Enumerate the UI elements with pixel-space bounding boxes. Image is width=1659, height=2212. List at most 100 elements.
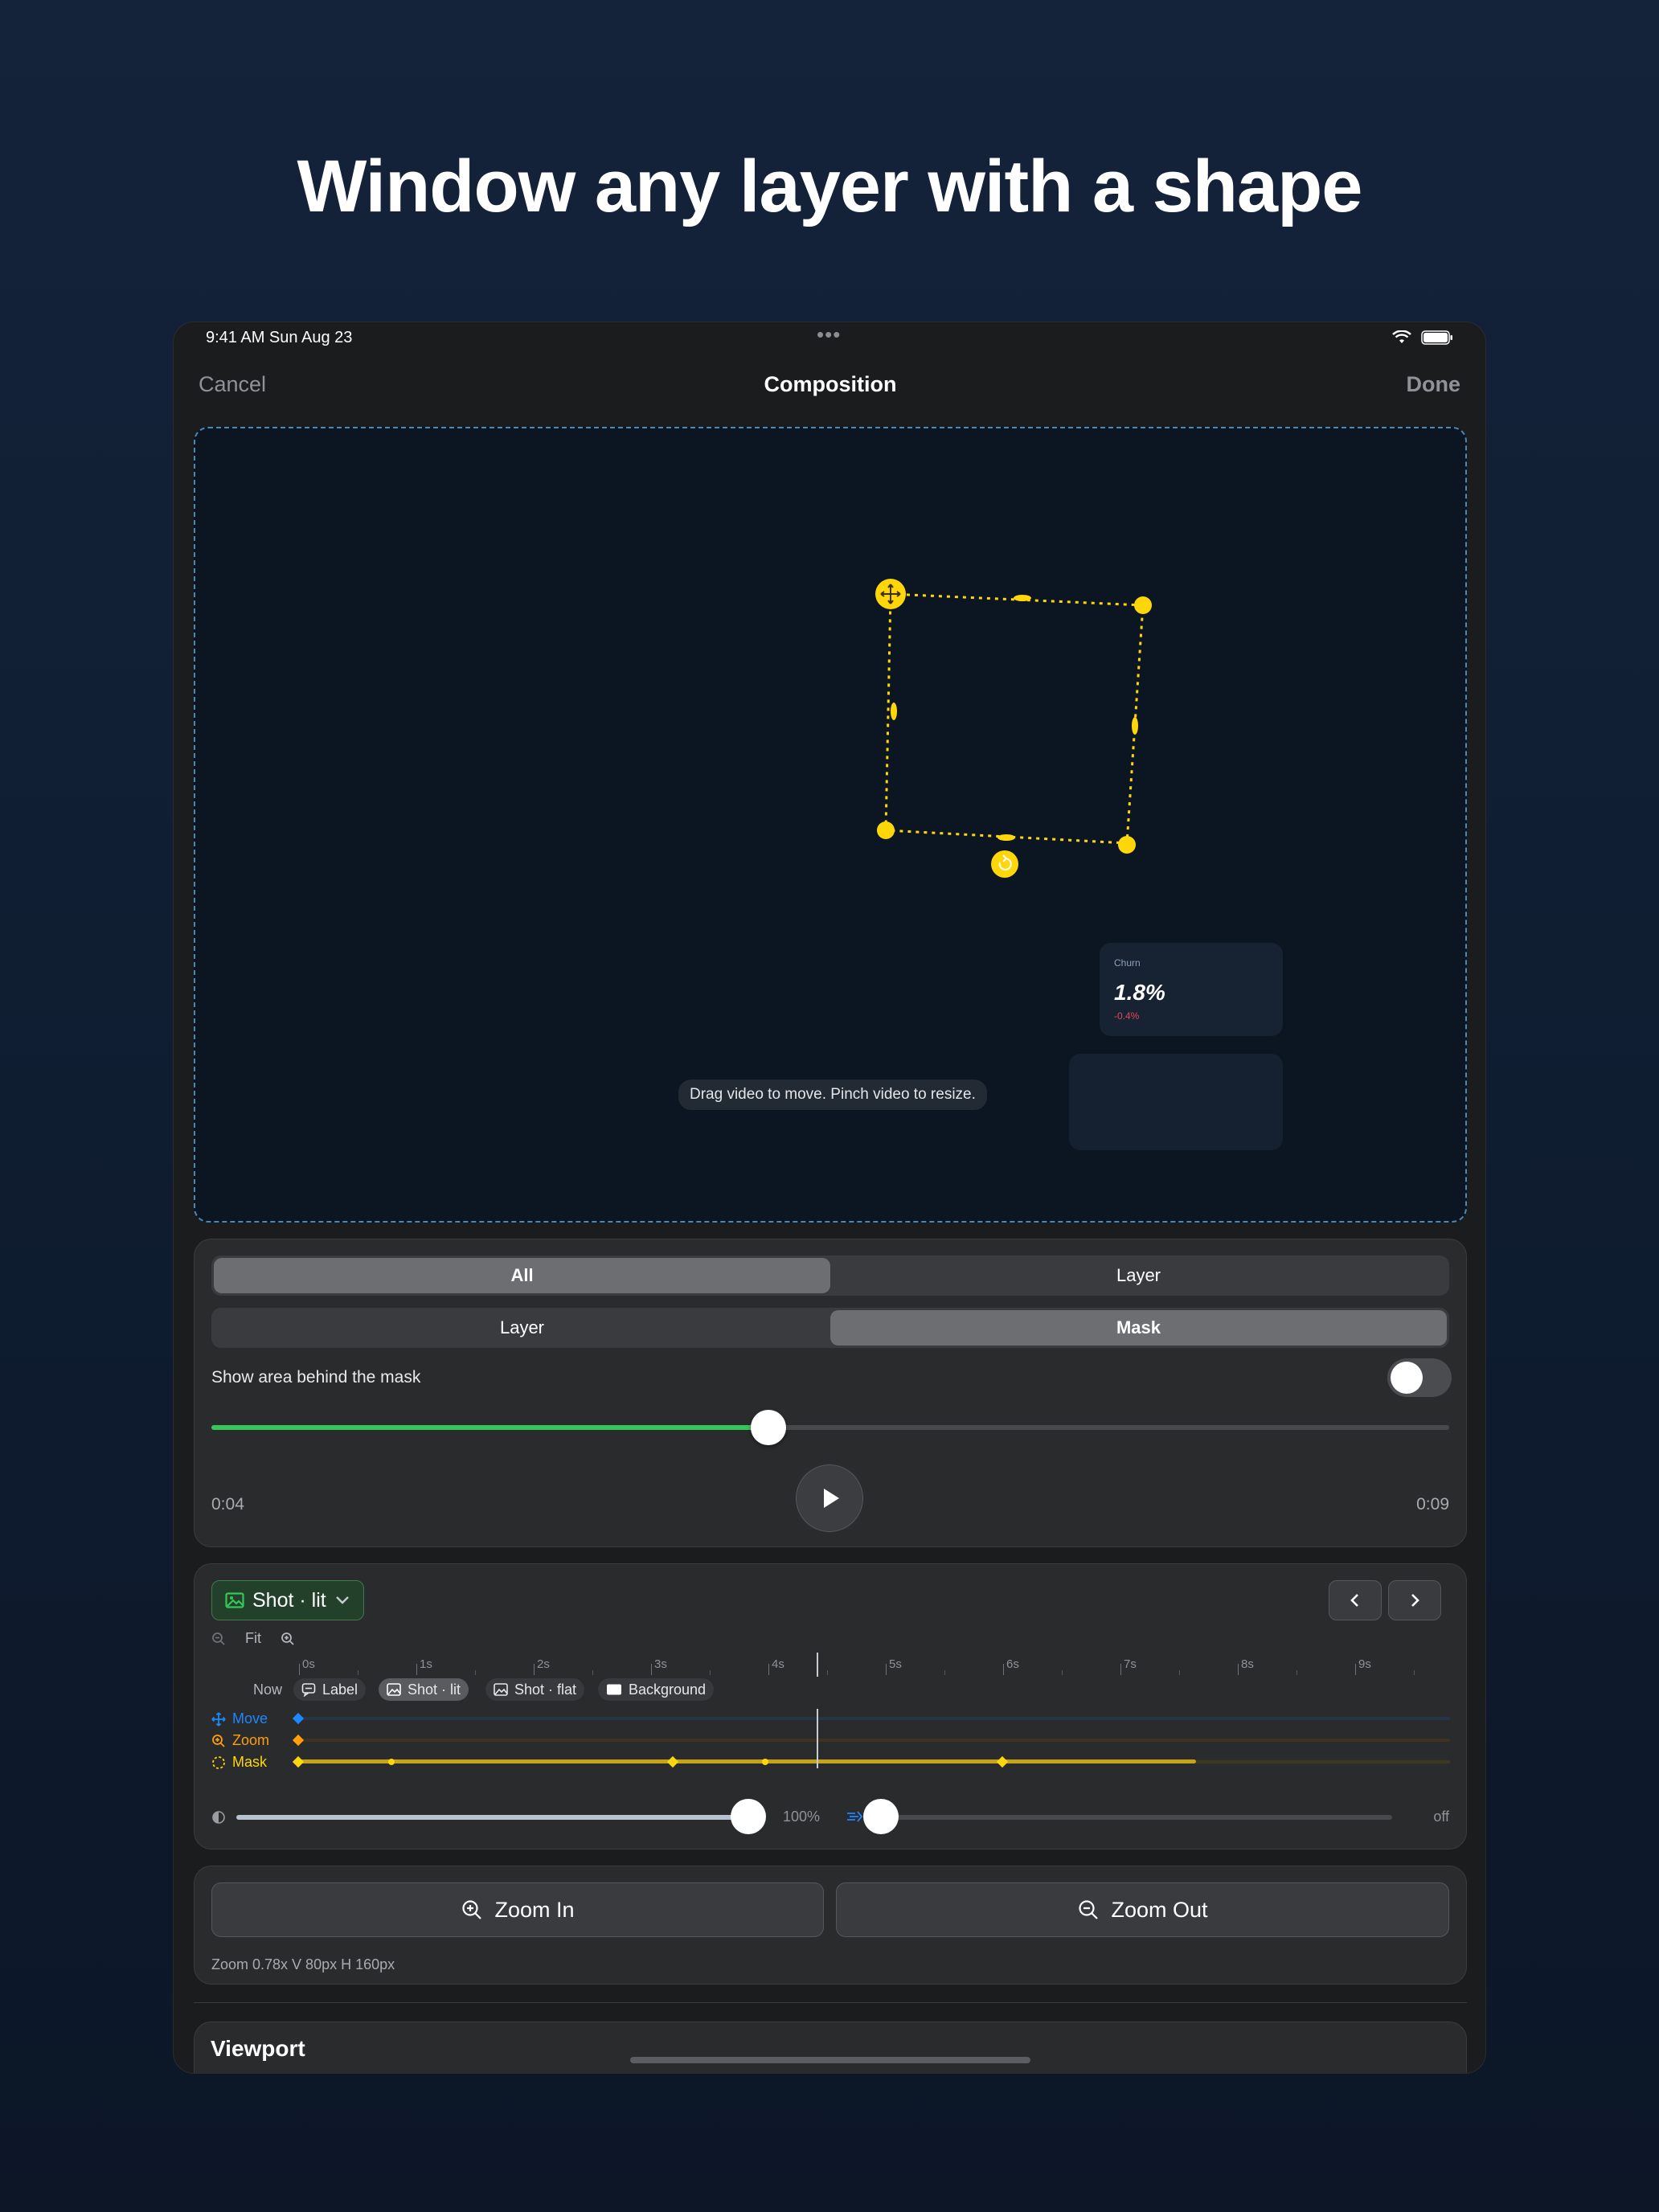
move-keyframe[interactable] [292,1712,305,1725]
ruler-subtick [1179,1670,1180,1675]
chip-shot-lit[interactable]: Shot · lit [379,1678,469,1701]
zoom-in-label: Zoom In [494,1897,575,1922]
zoom-in-icon [462,1900,482,1919]
mask-corner-handle[interactable] [1118,836,1136,854]
blur-thumb[interactable] [863,1799,899,1834]
viewport-title: Viewport [211,2036,305,2061]
playback-scrubber[interactable] [211,1425,1449,1430]
scrubber-thumb[interactable] [751,1410,786,1445]
ruler-subtick [827,1670,828,1675]
chevron-left-icon [1350,1594,1358,1607]
total-time: 0:09 [1416,1495,1449,1514]
scope-tab-layer[interactable]: Layer [830,1258,1447,1293]
mask-edge-handle[interactable] [1014,595,1031,601]
track-zoom-line[interactable] [299,1739,1450,1742]
blur-slider[interactable] [866,1815,1392,1820]
move-handle-icon[interactable] [875,579,906,609]
target-segmented-control: Layer Mask [211,1308,1449,1348]
move-icon [211,1711,226,1727]
mask-edge-handle[interactable] [891,703,897,720]
track-zoom-label[interactable]: Zoom [211,1732,269,1749]
mask-keyframe[interactable] [666,1755,679,1768]
opacity-slider[interactable] [236,1815,762,1820]
image-icon [225,1592,244,1608]
motion-blur-icon [847,1811,863,1822]
ruler-tick-label: 0s [302,1657,315,1671]
target-tab-layer[interactable]: Layer [214,1310,830,1346]
play-icon [824,1489,839,1508]
ruler-tick [416,1664,417,1675]
target-tab-mask[interactable]: Mask [830,1310,1447,1346]
chip-background[interactable]: Background [598,1678,715,1701]
chip-shot-flat-text: Shot · flat [514,1681,577,1698]
chip-label-text: Label [322,1681,358,1698]
zoom-in-button[interactable]: Zoom In [211,1882,824,1937]
chip-label[interactable]: Label [293,1678,367,1701]
image-icon [494,1683,508,1696]
mask-edge-handle[interactable] [997,834,1015,841]
layer-selector[interactable]: Shot · lit [211,1580,364,1620]
zoom-out-button[interactable]: Zoom Out [836,1882,1449,1937]
divider [194,2002,1467,2003]
timeline-panel: Shot · lit Fit 0s 1s 2s 3s 4s 5s 6s 7s 8s 9s Now … [194,1563,1467,1849]
track-zoom-text: Zoom [232,1732,270,1748]
now-label: Now [253,1682,283,1698]
next-keyframe-button[interactable] [1388,1580,1441,1620]
zoom-keyframe[interactable] [292,1734,305,1747]
scope-tab-all[interactable]: All [214,1258,830,1293]
ruler-tick [299,1664,300,1675]
mask-keyframe-dot[interactable] [762,1759,768,1765]
playhead-ruler[interactable] [817,1653,818,1677]
track-mask-text: Mask [232,1754,268,1770]
chip-shot-flat[interactable]: Shot · flat [485,1678,585,1701]
ruler-subtick [592,1670,593,1675]
mask-keyframe[interactable] [996,1755,1009,1768]
track-move-line[interactable] [299,1717,1450,1720]
mask-keyframe[interactable] [292,1755,305,1768]
mask-active-range [299,1759,1196,1763]
speech-bubble-icon [301,1683,316,1697]
track-move-label[interactable]: Move [211,1710,268,1727]
track-move-text: Move [232,1710,268,1727]
ruler-tick-label: 2s [537,1657,550,1671]
playhead-tracks [817,1709,818,1768]
mask-corner-handle[interactable] [877,821,895,839]
zoom-info: Zoom 0.78x V 80px H 160px [211,1956,395,1972]
ruler-tick-label: 8s [1241,1657,1254,1671]
ruler-subtick [944,1670,945,1675]
mask-edge-handle[interactable] [1132,717,1138,735]
opacity-thumb[interactable] [731,1799,766,1834]
zoom-out-small-icon[interactable] [211,1632,226,1646]
show-area-toggle[interactable] [1387,1358,1452,1397]
ruler-tick [534,1664,535,1675]
chip-shot-lit-text: Shot · lit [408,1681,461,1698]
chevron-right-icon [1411,1594,1419,1607]
play-button[interactable] [796,1464,863,1532]
fit-button[interactable]: Fit [245,1630,261,1647]
zoom-panel: Zoom In Zoom Out Zoom 0.78x V 80px H 160… [194,1866,1467,1985]
current-time: 0:04 [211,1495,244,1514]
ruler-tick-label: 5s [889,1657,902,1671]
ruler-tick [651,1664,652,1675]
canvas-hint: Drag video to move. Pinch video to resiz… [678,1079,987,1110]
mask-corner-handle[interactable] [1134,596,1152,614]
mask-keyframe-dot[interactable] [388,1759,395,1765]
ruler-subtick [475,1670,476,1675]
ruler-tick [1238,1664,1239,1675]
home-indicator[interactable] [630,2057,1030,2063]
ruler-tick [1003,1664,1004,1675]
ruler-tick-label: 6s [1006,1657,1019,1671]
ruler-tick-label: 3s [654,1657,667,1671]
headline: Window any layer with a shape [297,145,1363,227]
ruler-tick [886,1664,887,1675]
track-mask-label[interactable]: Mask [211,1754,267,1771]
zoom-in-small-icon[interactable] [281,1632,295,1646]
rotate-handle-icon[interactable] [991,850,1018,878]
zoom-out-icon [1079,1900,1099,1919]
zoom-icon [212,1734,225,1747]
ruler-subtick [1296,1670,1297,1675]
ipad-screen: 9:41 AM Sun Aug 23 ••• Composition Cance… [173,322,1486,2074]
ruler-tick-label: 9s [1358,1657,1371,1671]
layer-selector-label: Shot · lit [252,1588,326,1612]
previous-keyframe-button[interactable] [1329,1580,1382,1620]
